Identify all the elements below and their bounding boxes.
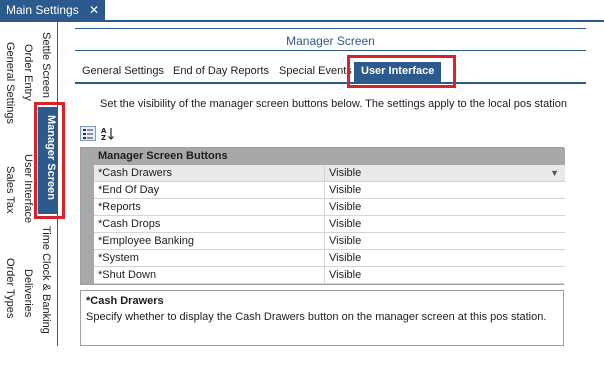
grid-row-divider — [324, 250, 325, 267]
grid-row-label: *Reports — [98, 201, 141, 213]
tab-general-settings[interactable]: General Settings — [82, 65, 164, 77]
side-tab-order-types[interactable]: Order Types — [4, 258, 16, 318]
grid-category-header: Manager Screen Buttons — [94, 148, 565, 165]
categorized-view-icon[interactable] — [80, 126, 96, 141]
side-tab-order-entry[interactable]: Order Entry — [22, 44, 34, 101]
tabs-underline — [75, 82, 586, 84]
side-tab-deliveries[interactable]: Deliveries — [22, 269, 34, 317]
grid-row-label: *Shut Down — [98, 269, 157, 281]
tab-user-interface[interactable]: User Interface — [354, 62, 442, 82]
tab-special-events[interactable]: Special Events — [279, 65, 352, 77]
grid-row-value[interactable]: Visible — [329, 165, 361, 181]
grid-row-cash-drops[interactable]: *Cash Drops Visible — [94, 216, 565, 233]
grid-row-reports[interactable]: *Reports Visible — [94, 199, 565, 216]
side-tab-time-clock-banking[interactable]: Time Clock & Banking — [40, 226, 52, 334]
grid-row-value[interactable]: Visible — [329, 250, 361, 266]
grid-row-end-of-day[interactable]: *End Of Day Visible — [94, 182, 565, 199]
grid-row-value[interactable]: Visible — [329, 199, 361, 215]
side-tabs-divider — [57, 22, 58, 346]
grid-row-label: *End Of Day — [98, 184, 160, 196]
sort-alphabetical-icon[interactable]: A Z — [100, 126, 116, 142]
grid-row-divider — [324, 182, 325, 199]
grid-row-divider — [324, 165, 325, 182]
side-tab-manager-screen[interactable]: Manager Screen — [38, 107, 57, 214]
panel-top-border — [75, 28, 586, 29]
property-grid: Manager Screen Buttons *Cash Drawers Vis… — [80, 147, 565, 285]
grid-row-label: *System — [98, 252, 139, 264]
panel-title-underline — [75, 50, 586, 51]
grid-row-divider — [324, 267, 325, 284]
grid-row-divider — [324, 199, 325, 216]
grid-row-cash-drawers[interactable]: *Cash Drawers Visible ▼ — [94, 165, 565, 182]
grid-row-value[interactable]: Visible — [329, 182, 361, 198]
grid-row-divider — [324, 233, 325, 250]
side-tab-general-settings[interactable]: General Settings — [4, 42, 16, 124]
side-tab-settle-screen[interactable]: Settle Screen — [40, 32, 52, 98]
tab-end-of-day-reports[interactable]: End of Day Reports — [173, 65, 269, 77]
close-icon[interactable]: ✕ — [89, 0, 99, 21]
help-title: *Cash Drawers — [86, 295, 164, 307]
grid-row-system[interactable]: *System Visible — [94, 250, 565, 267]
help-text: Specify whether to display the Cash Draw… — [86, 311, 547, 323]
main-settings-tab[interactable]: Main Settings ✕ — [0, 0, 105, 21]
grid-row-value[interactable]: Visible — [329, 267, 361, 283]
description-text: Set the visibility of the manager screen… — [100, 98, 567, 110]
grid-row-shut-down[interactable]: *Shut Down Visible — [94, 267, 565, 284]
side-tab-sales-tax[interactable]: Sales Tax — [4, 166, 16, 214]
grid-row-value[interactable]: Visible — [329, 233, 361, 249]
help-panel: *Cash Drawers Specify whether to display… — [80, 290, 564, 346]
side-tab-user-interface[interactable]: User Interface — [22, 154, 34, 223]
grid-row-value[interactable]: Visible — [329, 216, 361, 232]
panel-title: Manager Screen — [286, 34, 375, 48]
grid-row-label: *Cash Drawers — [98, 167, 172, 179]
svg-text:Z: Z — [101, 134, 106, 141]
dropdown-arrow-icon[interactable]: ▼ — [550, 165, 559, 181]
grid-row-divider — [324, 216, 325, 233]
grid-row-label: *Cash Drops — [98, 218, 161, 230]
grid-row-employee-banking[interactable]: *Employee Banking Visible — [94, 233, 565, 250]
grid-row-label: *Employee Banking — [98, 235, 195, 247]
manager-screen-panel: Manager Screen General Settings End of D… — [75, 28, 586, 346]
title-underline — [0, 20, 604, 22]
window-title: Main Settings — [6, 3, 79, 17]
